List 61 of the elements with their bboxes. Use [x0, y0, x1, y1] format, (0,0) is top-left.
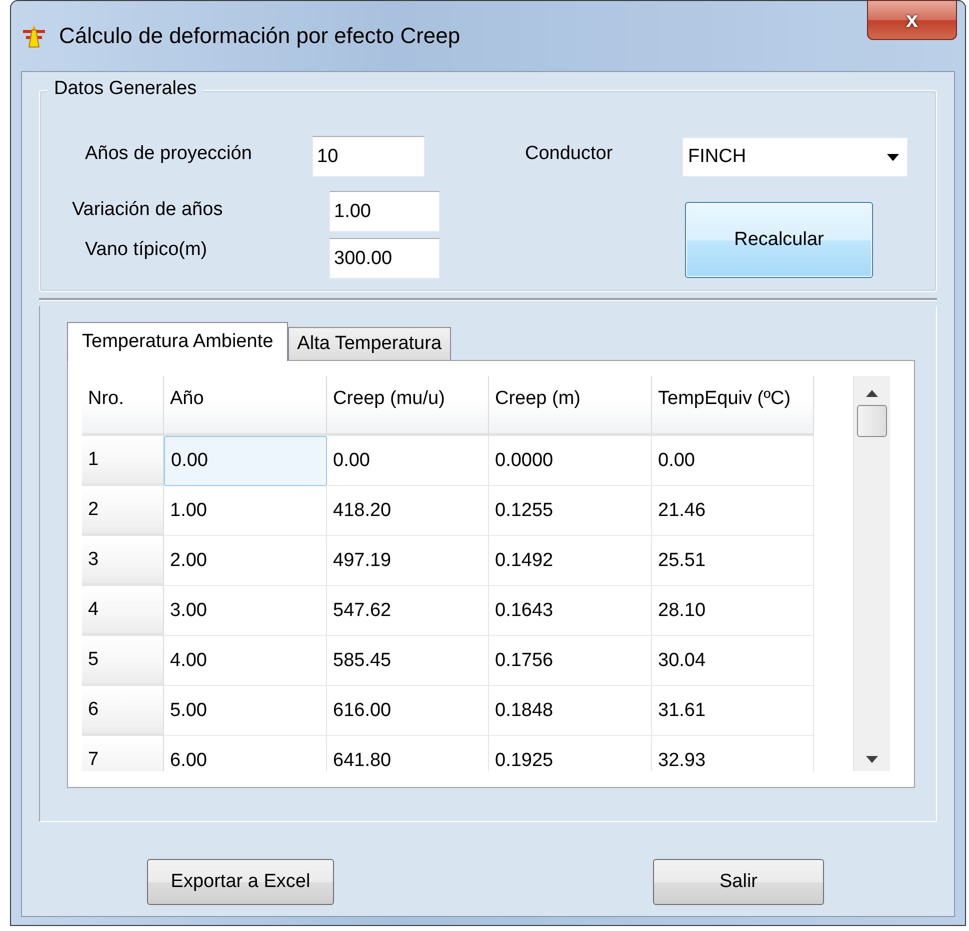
field-label: Vano típico(m)	[85, 239, 208, 261]
input-field[interactable]: 10	[312, 136, 425, 177]
caret-icon	[887, 154, 899, 160]
row-header[interactable]: 1	[82, 436, 164, 486]
table-cell: 2.00	[164, 536, 327, 586]
field-label: Conductor	[525, 143, 613, 165]
table-cell: 0.1492	[489, 536, 652, 586]
table-cell: 1.00	[164, 486, 327, 536]
table-cell: 497.19	[327, 536, 489, 586]
table-cell: 585.45	[327, 636, 489, 686]
tab[interactable]: Temperatura Ambiente	[67, 322, 288, 361]
field-label: Años de proyección	[85, 143, 252, 165]
window-title: Cálculo de deformación por efecto Creep	[59, 23, 460, 49]
scroll-thumb[interactable]	[857, 405, 887, 437]
table-cell: 25.51	[652, 536, 814, 586]
table-cell: 3.00	[164, 586, 327, 636]
table-cell: 6.00	[164, 736, 327, 771]
table-cell: 0.00	[164, 436, 327, 486]
row-header[interactable]: 7	[82, 736, 164, 771]
scroll-down-icon[interactable]	[866, 756, 878, 763]
table-cell: 616.00	[327, 686, 489, 736]
table-cell: 0.00	[652, 436, 814, 486]
table-cell: 0.1925	[489, 736, 652, 771]
table-cell: 32.93	[652, 736, 814, 771]
table-cell: 0.1255	[489, 486, 652, 536]
tab[interactable]: Alta Temperatura	[288, 327, 451, 360]
column-header[interactable]: Nro.	[82, 376, 164, 436]
scrollbar[interactable]	[853, 376, 890, 771]
input-field[interactable]: 300.00	[329, 238, 440, 279]
table-cell: 4.00	[164, 636, 327, 686]
close-button[interactable]: x	[867, 0, 957, 40]
exit-button[interactable]: Salir	[653, 859, 824, 905]
table-cell: 0.1848	[489, 686, 652, 736]
table-cell: 5.00	[164, 686, 327, 736]
table-cell: 0.1756	[489, 636, 652, 686]
app-icon	[21, 24, 47, 48]
table-cell: 21.46	[652, 486, 814, 536]
scroll-up-icon[interactable]	[866, 390, 878, 397]
table-cell: 28.10	[652, 586, 814, 636]
field-label: Variación de años	[72, 199, 223, 221]
row-header[interactable]: 4	[82, 586, 164, 636]
row-header[interactable]: 3	[82, 536, 164, 586]
table-cell: 641.80	[327, 736, 489, 771]
column-header[interactable]: Creep (mu/u)	[327, 376, 489, 436]
row-header[interactable]: 5	[82, 636, 164, 686]
table-cell: 0.1643	[489, 586, 652, 636]
row-header[interactable]: 6	[82, 686, 164, 736]
table-cell: 31.61	[652, 686, 814, 736]
table-cell: 418.20	[327, 486, 489, 536]
input-field[interactable]: 1.00	[329, 191, 440, 232]
row-header[interactable]: 2	[82, 486, 164, 536]
table-cell: 547.62	[327, 586, 489, 636]
column-header[interactable]: Creep (m)	[489, 376, 652, 436]
conductor-dropdown[interactable]: FINCH	[682, 137, 908, 177]
table-cell: 0.0000	[489, 436, 652, 486]
column-header[interactable]: TempEquiv (ºC)	[652, 376, 814, 436]
recalculate-button[interactable]: Recalcular	[685, 202, 873, 278]
column-header[interactable]: Año	[164, 376, 327, 436]
table-cell: 0.00	[327, 436, 489, 486]
table-cell: 30.04	[652, 636, 814, 686]
export-button[interactable]: Exportar a Excel	[147, 859, 334, 905]
